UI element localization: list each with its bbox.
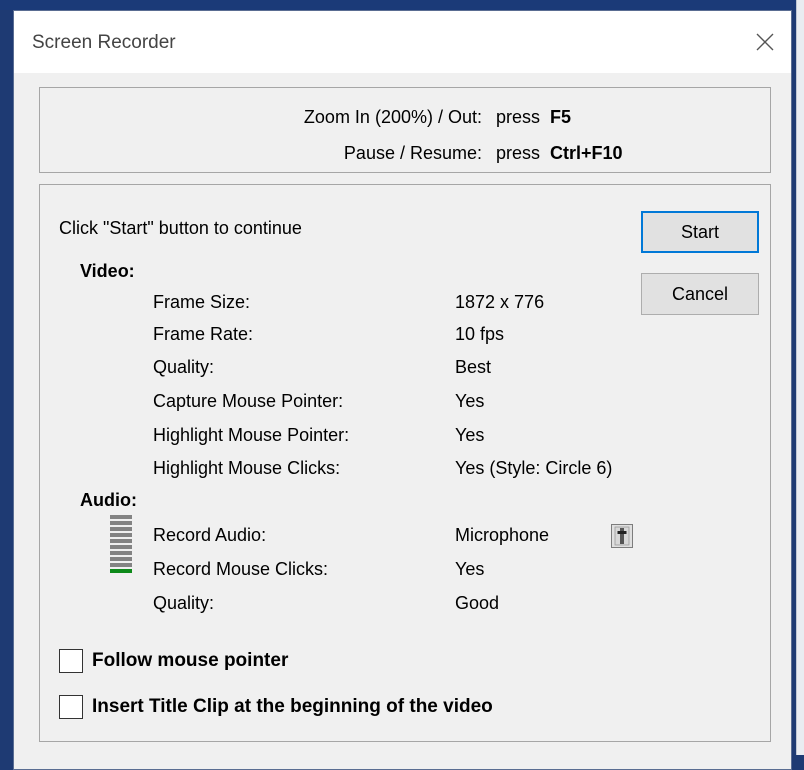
video-label-highlight-clicks: Highlight Mouse Clicks: (153, 458, 341, 478)
meter-segment (110, 521, 132, 525)
video-label-frame-rate: Frame Rate: (153, 324, 254, 344)
shortcut-press-zoom: press (496, 107, 541, 127)
title-clip-label: Insert Title Clip at the beginning of th… (92, 696, 493, 717)
audio-label-quality: Quality: (153, 593, 215, 613)
shortcut-press-pause: press (496, 143, 541, 163)
video-label-frame-size: Frame Size: (153, 292, 251, 312)
title-clip-checkbox[interactable] (59, 695, 83, 719)
shortcut-key-zoom: F5 (550, 107, 572, 127)
video-value-frame-size: 1872 x 776 (455, 292, 545, 312)
meter-segment (110, 527, 132, 531)
background-scrollbar (796, 0, 804, 755)
window-title: Screen Recorder (32, 32, 176, 53)
shortcut-label-pause: Pause / Resume: (343, 143, 482, 163)
video-value-frame-rate: 10 fps (455, 324, 505, 344)
audio-label-record: Record Audio: (153, 525, 267, 545)
meter-segment (110, 533, 132, 537)
meter-segment (110, 515, 132, 519)
background-window (0, 0, 804, 10)
microphone-settings-icon (614, 526, 630, 546)
shortcut-label-zoom: Zoom In (200%) / Out: (303, 107, 482, 127)
microphone-settings-button[interactable] (611, 524, 633, 548)
screen-recorder-dialog: Screen Recorder Zoom In (200%) / Out: pr… (13, 10, 792, 770)
audio-value-quality: Good (455, 593, 500, 613)
video-label-quality: Quality: (153, 357, 215, 377)
video-label-highlight-pointer: Highlight Mouse Pointer: (153, 425, 350, 445)
instruction-text: Click "Start" button to continue (59, 218, 302, 238)
video-label-capture-pointer: Capture Mouse Pointer: (153, 391, 344, 411)
meter-segment (110, 539, 132, 543)
video-heading: Video: (80, 261, 135, 281)
meter-segment (110, 563, 132, 567)
video-value-highlight-pointer: Yes (455, 425, 485, 445)
meter-segment (110, 557, 132, 561)
audio-level-meter (110, 515, 132, 575)
shortcuts-panel: Zoom In (200%) / Out: press F5 Pause / R… (39, 87, 771, 173)
meter-segment-active (110, 569, 132, 573)
audio-value-record: Microphone (455, 525, 550, 545)
audio-value-mouse-clicks: Yes (455, 559, 485, 579)
settings-panel: Click "Start" button to continue Start C… (39, 184, 771, 742)
video-value-capture-pointer: Yes (455, 391, 485, 411)
title-bar: Screen Recorder (14, 11, 791, 73)
start-button[interactable]: Start (641, 211, 759, 253)
follow-mouse-label: Follow mouse pointer (92, 650, 289, 671)
meter-segment (110, 545, 132, 549)
title-clip-option[interactable]: Insert Title Clip at the beginning of th… (59, 695, 493, 719)
meter-segment (110, 551, 132, 555)
audio-heading: Audio: (80, 490, 137, 510)
follow-mouse-option[interactable]: Follow mouse pointer (59, 649, 288, 673)
follow-mouse-checkbox[interactable] (59, 649, 83, 673)
shortcut-key-pause: Ctrl+F10 (550, 143, 623, 163)
video-value-highlight-clicks: Yes (Style: Circle 6) (455, 458, 613, 478)
audio-label-mouse-clicks: Record Mouse Clicks: (153, 559, 329, 579)
close-icon (756, 33, 774, 51)
close-button[interactable] (745, 23, 785, 61)
video-value-quality: Best (455, 357, 492, 377)
cancel-button[interactable]: Cancel (641, 273, 759, 315)
